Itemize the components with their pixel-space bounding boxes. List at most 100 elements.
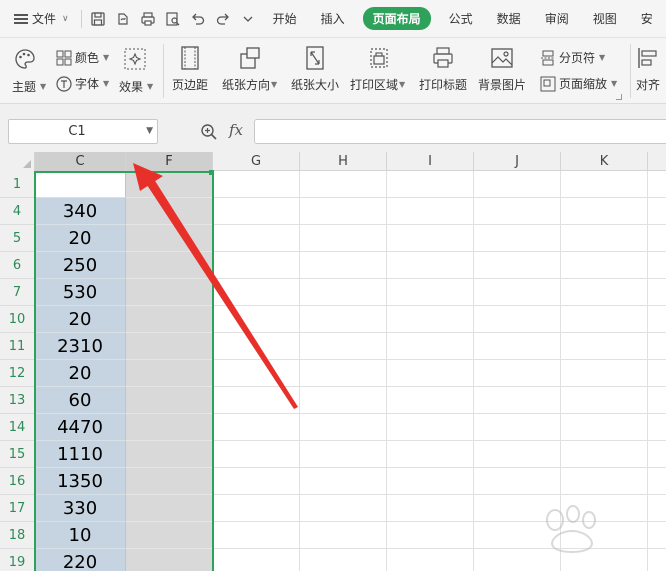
- cell[interactable]: [474, 306, 561, 333]
- cell[interactable]: [648, 360, 666, 387]
- cell[interactable]: [126, 549, 213, 571]
- cell[interactable]: [474, 360, 561, 387]
- theme-button[interactable]: 主题 ▼: [12, 78, 46, 95]
- cell[interactable]: [474, 414, 561, 441]
- cell[interactable]: [387, 198, 474, 225]
- row-header[interactable]: 14: [0, 414, 35, 441]
- row-header[interactable]: 17: [0, 495, 35, 522]
- cell[interactable]: [561, 252, 648, 279]
- row-header[interactable]: 10: [0, 306, 35, 333]
- cell[interactable]: [300, 522, 387, 549]
- page-scale-button[interactable]: 页面缩放 ▼: [540, 75, 617, 92]
- cell[interactable]: [561, 414, 648, 441]
- tab-insert[interactable]: 插入: [309, 0, 357, 38]
- cell[interactable]: [213, 495, 300, 522]
- orientation-button[interactable]: 纸张方向 ▼: [222, 46, 277, 93]
- column-header-j[interactable]: J: [474, 152, 561, 171]
- cell[interactable]: [648, 252, 666, 279]
- cell[interactable]: [387, 468, 474, 495]
- cell[interactable]: [126, 252, 213, 279]
- undo-button[interactable]: [186, 0, 211, 38]
- cell[interactable]: [474, 225, 561, 252]
- cell[interactable]: [474, 198, 561, 225]
- cell-c[interactable]: 330: [35, 495, 126, 522]
- cell[interactable]: [561, 360, 648, 387]
- cell[interactable]: [213, 468, 300, 495]
- cell[interactable]: [648, 468, 666, 495]
- cell-c[interactable]: 4470: [35, 414, 126, 441]
- cell[interactable]: [213, 549, 300, 571]
- cell[interactable]: [213, 360, 300, 387]
- cell[interactable]: [474, 333, 561, 360]
- print-titles-button[interactable]: 打印标题: [419, 46, 467, 93]
- cell[interactable]: [474, 387, 561, 414]
- cell[interactable]: [648, 225, 666, 252]
- cell[interactable]: [648, 414, 666, 441]
- margins-button[interactable]: 页边距: [172, 46, 208, 93]
- cell[interactable]: [300, 414, 387, 441]
- cell[interactable]: [387, 441, 474, 468]
- tab-review[interactable]: 审阅: [533, 0, 581, 38]
- cell[interactable]: [648, 198, 666, 225]
- cell[interactable]: [387, 549, 474, 571]
- row-header[interactable]: 18: [0, 522, 35, 549]
- cell[interactable]: [126, 279, 213, 306]
- cell-c[interactable]: 530: [35, 279, 126, 306]
- row-header[interactable]: 13: [0, 387, 35, 414]
- cell[interactable]: [648, 306, 666, 333]
- cell[interactable]: [300, 495, 387, 522]
- cell[interactable]: [213, 306, 300, 333]
- cell-c[interactable]: 1110: [35, 441, 126, 468]
- customize-toolbar-button[interactable]: [236, 0, 261, 38]
- cell[interactable]: [126, 360, 213, 387]
- cell-c[interactable]: 220: [35, 549, 126, 571]
- cell[interactable]: [126, 387, 213, 414]
- tab-data[interactable]: 数据: [485, 0, 533, 38]
- name-box[interactable]: C1 ▼: [8, 119, 158, 144]
- cell[interactable]: [126, 414, 213, 441]
- cell[interactable]: [300, 306, 387, 333]
- cell-c[interactable]: 340: [35, 198, 126, 225]
- column-header-h[interactable]: H: [300, 152, 387, 171]
- chevron-down-icon[interactable]: ▼: [146, 126, 153, 136]
- row-header[interactable]: 12: [0, 360, 35, 387]
- cell[interactable]: [213, 414, 300, 441]
- column-header-c[interactable]: C: [35, 152, 126, 171]
- cell[interactable]: [474, 441, 561, 468]
- row-header[interactable]: 15: [0, 441, 35, 468]
- column-header-g[interactable]: G: [213, 152, 300, 171]
- cell[interactable]: [561, 225, 648, 252]
- print-button[interactable]: [136, 0, 161, 38]
- cell[interactable]: [387, 495, 474, 522]
- column-header-next[interactable]: [648, 152, 666, 171]
- cell[interactable]: [387, 279, 474, 306]
- cell[interactable]: [300, 468, 387, 495]
- cell-c[interactable]: 1350: [35, 468, 126, 495]
- cell[interactable]: [300, 387, 387, 414]
- cell[interactable]: [561, 279, 648, 306]
- cell[interactable]: [561, 306, 648, 333]
- cell-c[interactable]: 20: [35, 306, 126, 333]
- cell[interactable]: [648, 387, 666, 414]
- cell[interactable]: [561, 333, 648, 360]
- paper-size-button[interactable]: 纸张大小: [291, 46, 339, 93]
- cell[interactable]: [213, 387, 300, 414]
- cell[interactable]: [300, 252, 387, 279]
- cell[interactable]: [387, 522, 474, 549]
- cell-c[interactable]: 2310: [35, 333, 126, 360]
- cell[interactable]: [126, 468, 213, 495]
- color-button[interactable]: 颜色 ▼: [56, 49, 109, 66]
- cell[interactable]: [387, 333, 474, 360]
- cell[interactable]: [213, 441, 300, 468]
- cell[interactable]: [474, 468, 561, 495]
- cell[interactable]: [474, 171, 561, 198]
- fill-handle[interactable]: [209, 170, 214, 175]
- tab-page-layout[interactable]: 页面布局: [362, 0, 431, 38]
- cell[interactable]: [300, 333, 387, 360]
- cell[interactable]: [648, 171, 666, 198]
- align-button[interactable]: 对齐: [636, 46, 660, 93]
- cell[interactable]: [300, 360, 387, 387]
- row-header[interactable]: 5: [0, 225, 35, 252]
- cell[interactable]: [126, 333, 213, 360]
- cell[interactable]: [561, 387, 648, 414]
